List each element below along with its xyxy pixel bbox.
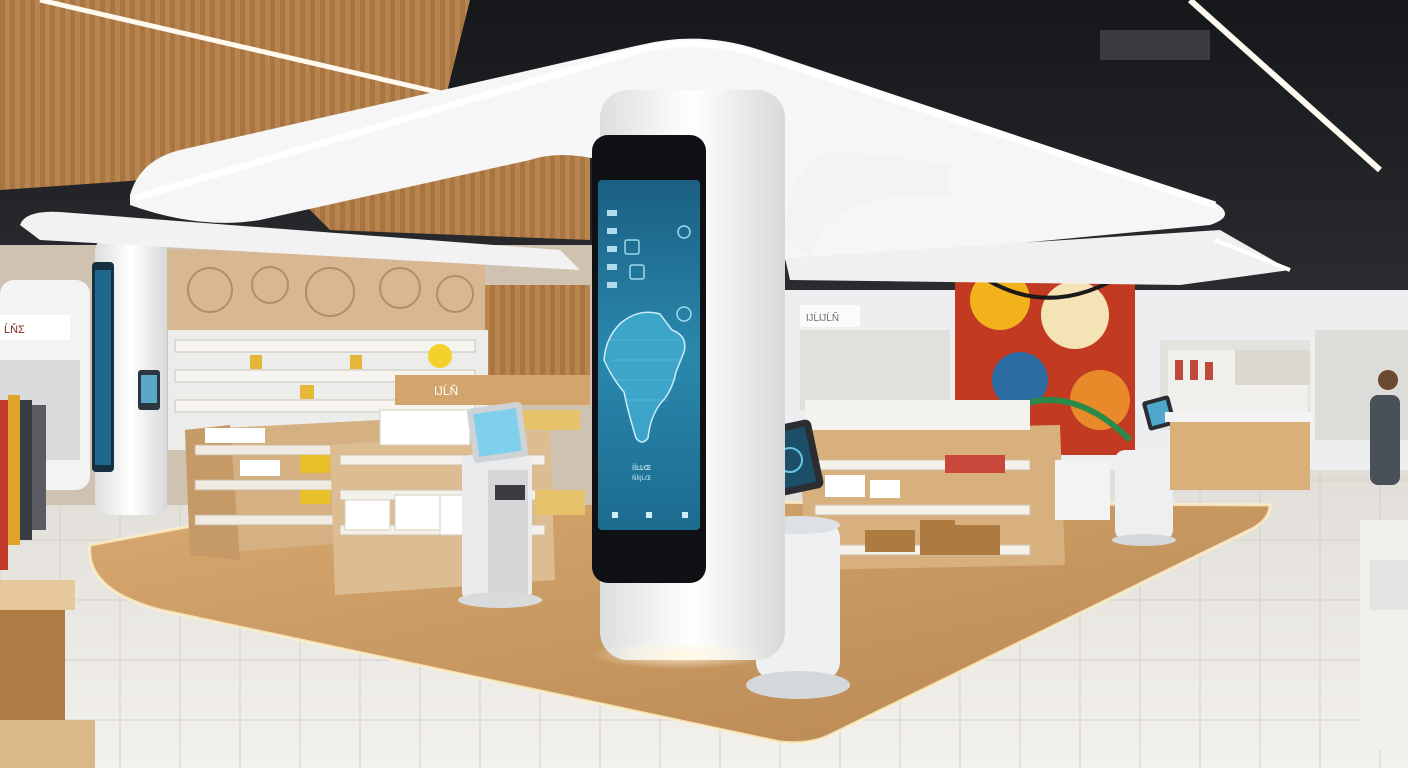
back-store-sign: ĲĹĲĹŇ — [806, 311, 839, 324]
store-scene: ĹŇƩ ĲĹĲĹŇ ĲĹŇ İĺĿĿŒ ŇĺĲĹŒ — [0, 0, 1408, 768]
display-sign: ĲĹŇ — [434, 383, 458, 398]
screen-nav-icon — [682, 512, 688, 518]
left-column-display — [92, 240, 167, 515]
screen-nav-icon — [646, 512, 652, 518]
left-wall-sign: ĹŇƩ — [4, 323, 25, 336]
screen-caption-title: İĺĿĿŒ — [632, 463, 652, 472]
store-illustration: ĹŇƩ ĲĹĲĹŇ ĲĹŇ İĺĿĿŒ ŇĺĲĹŒ — [0, 0, 1408, 768]
screen-nav-icon — [612, 512, 618, 518]
screen-caption-subtitle: ŇĺĲĹŒ — [632, 475, 652, 482]
